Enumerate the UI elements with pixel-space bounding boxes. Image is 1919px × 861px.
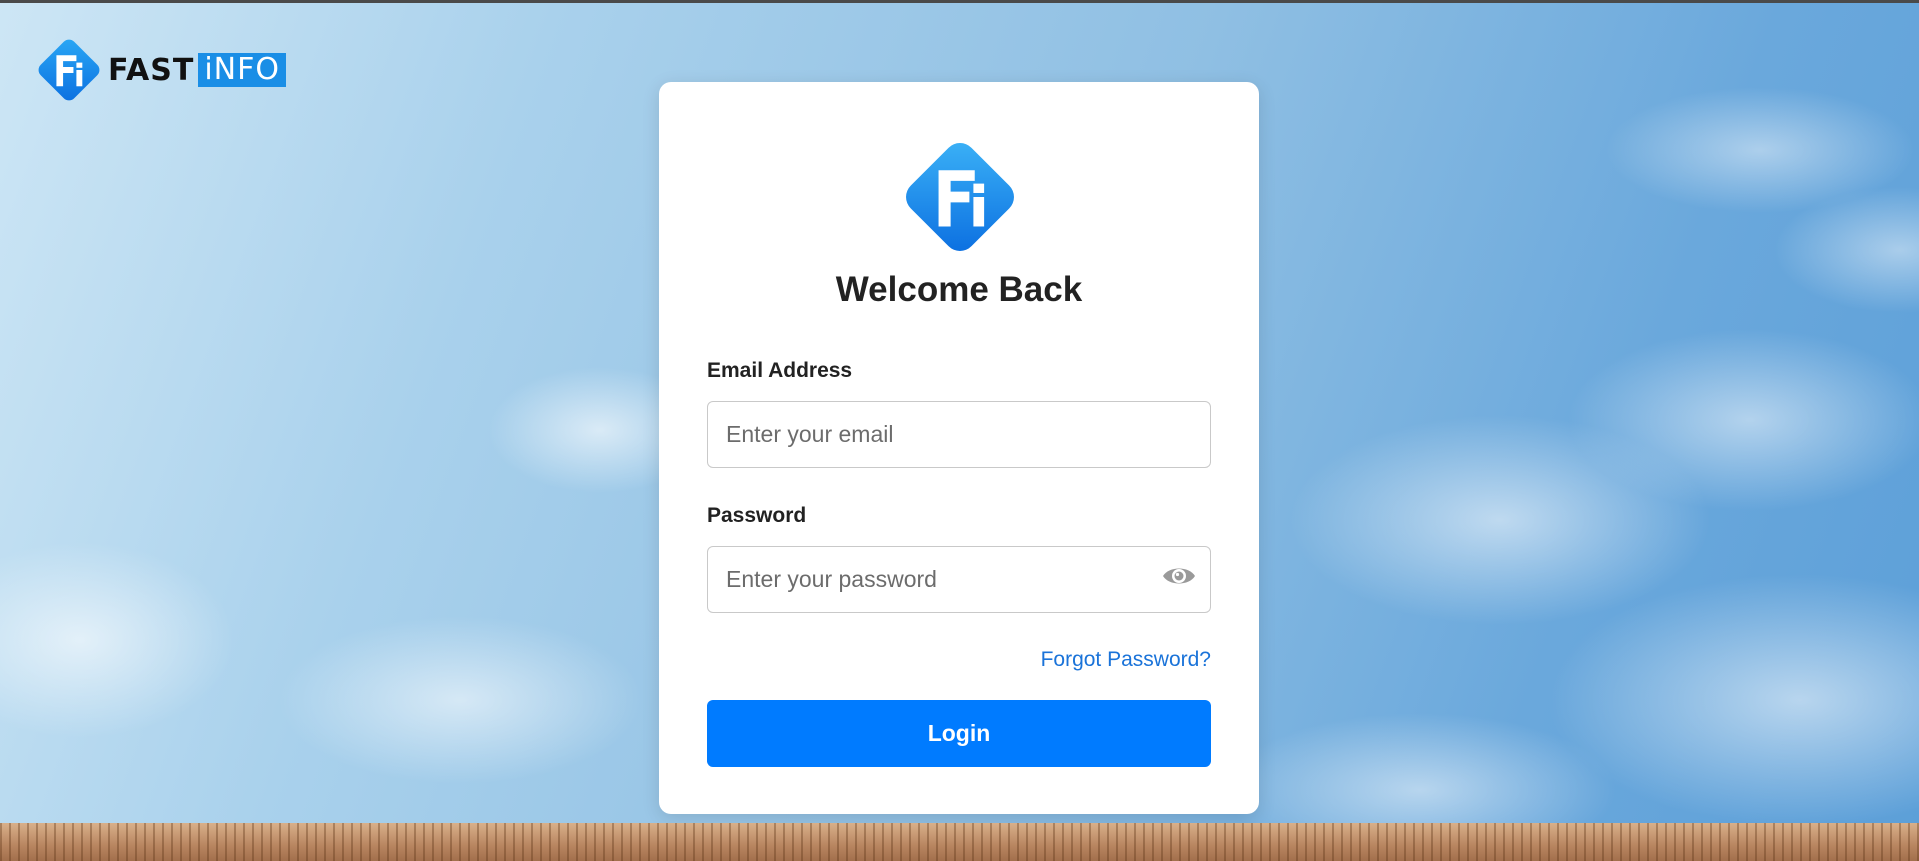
- brand-logo[interactable]: FAST iNFO: [32, 33, 286, 107]
- login-card: Welcome Back Email Address Password Forg…: [659, 82, 1259, 814]
- forgot-password-link[interactable]: Forgot Password?: [1041, 648, 1211, 672]
- eye-icon[interactable]: [1162, 562, 1196, 590]
- email-field[interactable]: [707, 401, 1211, 468]
- fi-card-logo-icon: [893, 130, 1027, 264]
- brand-wordmark: FAST iNFO: [108, 53, 286, 88]
- login-page: FAST iNFO Welcome Back Email Address Ent…: [0, 0, 1919, 861]
- password-field[interactable]: [707, 546, 1211, 613]
- brand-name-fast: FAST: [108, 52, 195, 88]
- login-button[interactable]: Login: [707, 700, 1211, 767]
- page-title: Welcome Back: [835, 270, 1083, 309]
- password-label: Password: [707, 504, 807, 527]
- fi-logo-icon: [32, 33, 106, 107]
- wooden-deck-background: [0, 823, 1919, 861]
- brand-name-info: iNFO: [198, 53, 286, 87]
- top-border: [0, 0, 1919, 3]
- email-label: Email Address: [707, 359, 853, 382]
